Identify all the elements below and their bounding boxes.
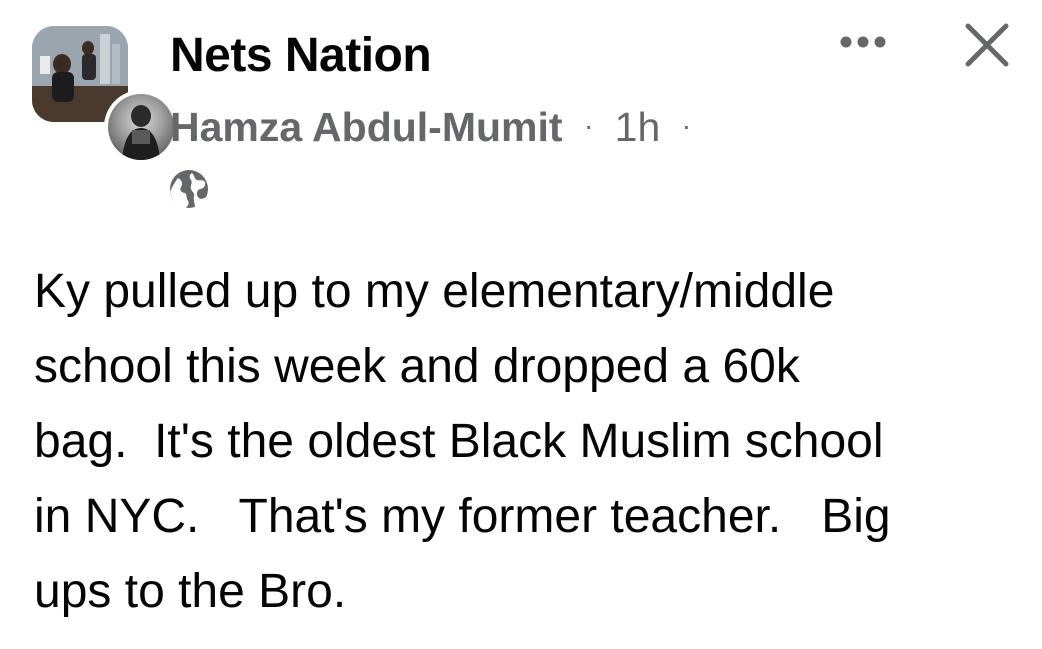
globe-icon[interactable] bbox=[168, 168, 210, 210]
avatar-group[interactable] bbox=[32, 26, 178, 164]
close-button[interactable] bbox=[956, 14, 1018, 76]
post-text-line: in NYC. That's my former teacher. Big bbox=[34, 490, 891, 543]
post-text-line: ups to the Bro. bbox=[34, 565, 347, 618]
meta-separator: · bbox=[583, 110, 594, 141]
post-timestamp[interactable]: 1h bbox=[615, 104, 661, 150]
post-meta: Hamza Abdul-Mumit · 1h · bbox=[170, 98, 701, 155]
meta-separator-trailing: · bbox=[681, 110, 692, 141]
more-options-icon bbox=[840, 36, 886, 48]
group-name-link[interactable]: Nets Nation bbox=[170, 26, 432, 86]
author-name-link[interactable]: Hamza Abdul-Mumit bbox=[170, 104, 563, 150]
close-icon bbox=[965, 23, 1009, 67]
author-avatar[interactable] bbox=[104, 90, 178, 164]
post-text-line: school this week and dropped a 60k bbox=[34, 340, 800, 393]
post-body: Ky pulled up to my elementary/middle sch… bbox=[34, 254, 1024, 629]
post-text-line: Ky pulled up to my elementary/middle bbox=[34, 265, 835, 318]
author-avatar-image bbox=[108, 94, 174, 160]
more-options-button[interactable] bbox=[836, 22, 890, 62]
post-text-line: bag. It's the oldest Black Muslim school bbox=[34, 415, 884, 468]
post-header: Nets Nation Hamza Abdul-Mumit · 1h · bbox=[0, 0, 1042, 230]
